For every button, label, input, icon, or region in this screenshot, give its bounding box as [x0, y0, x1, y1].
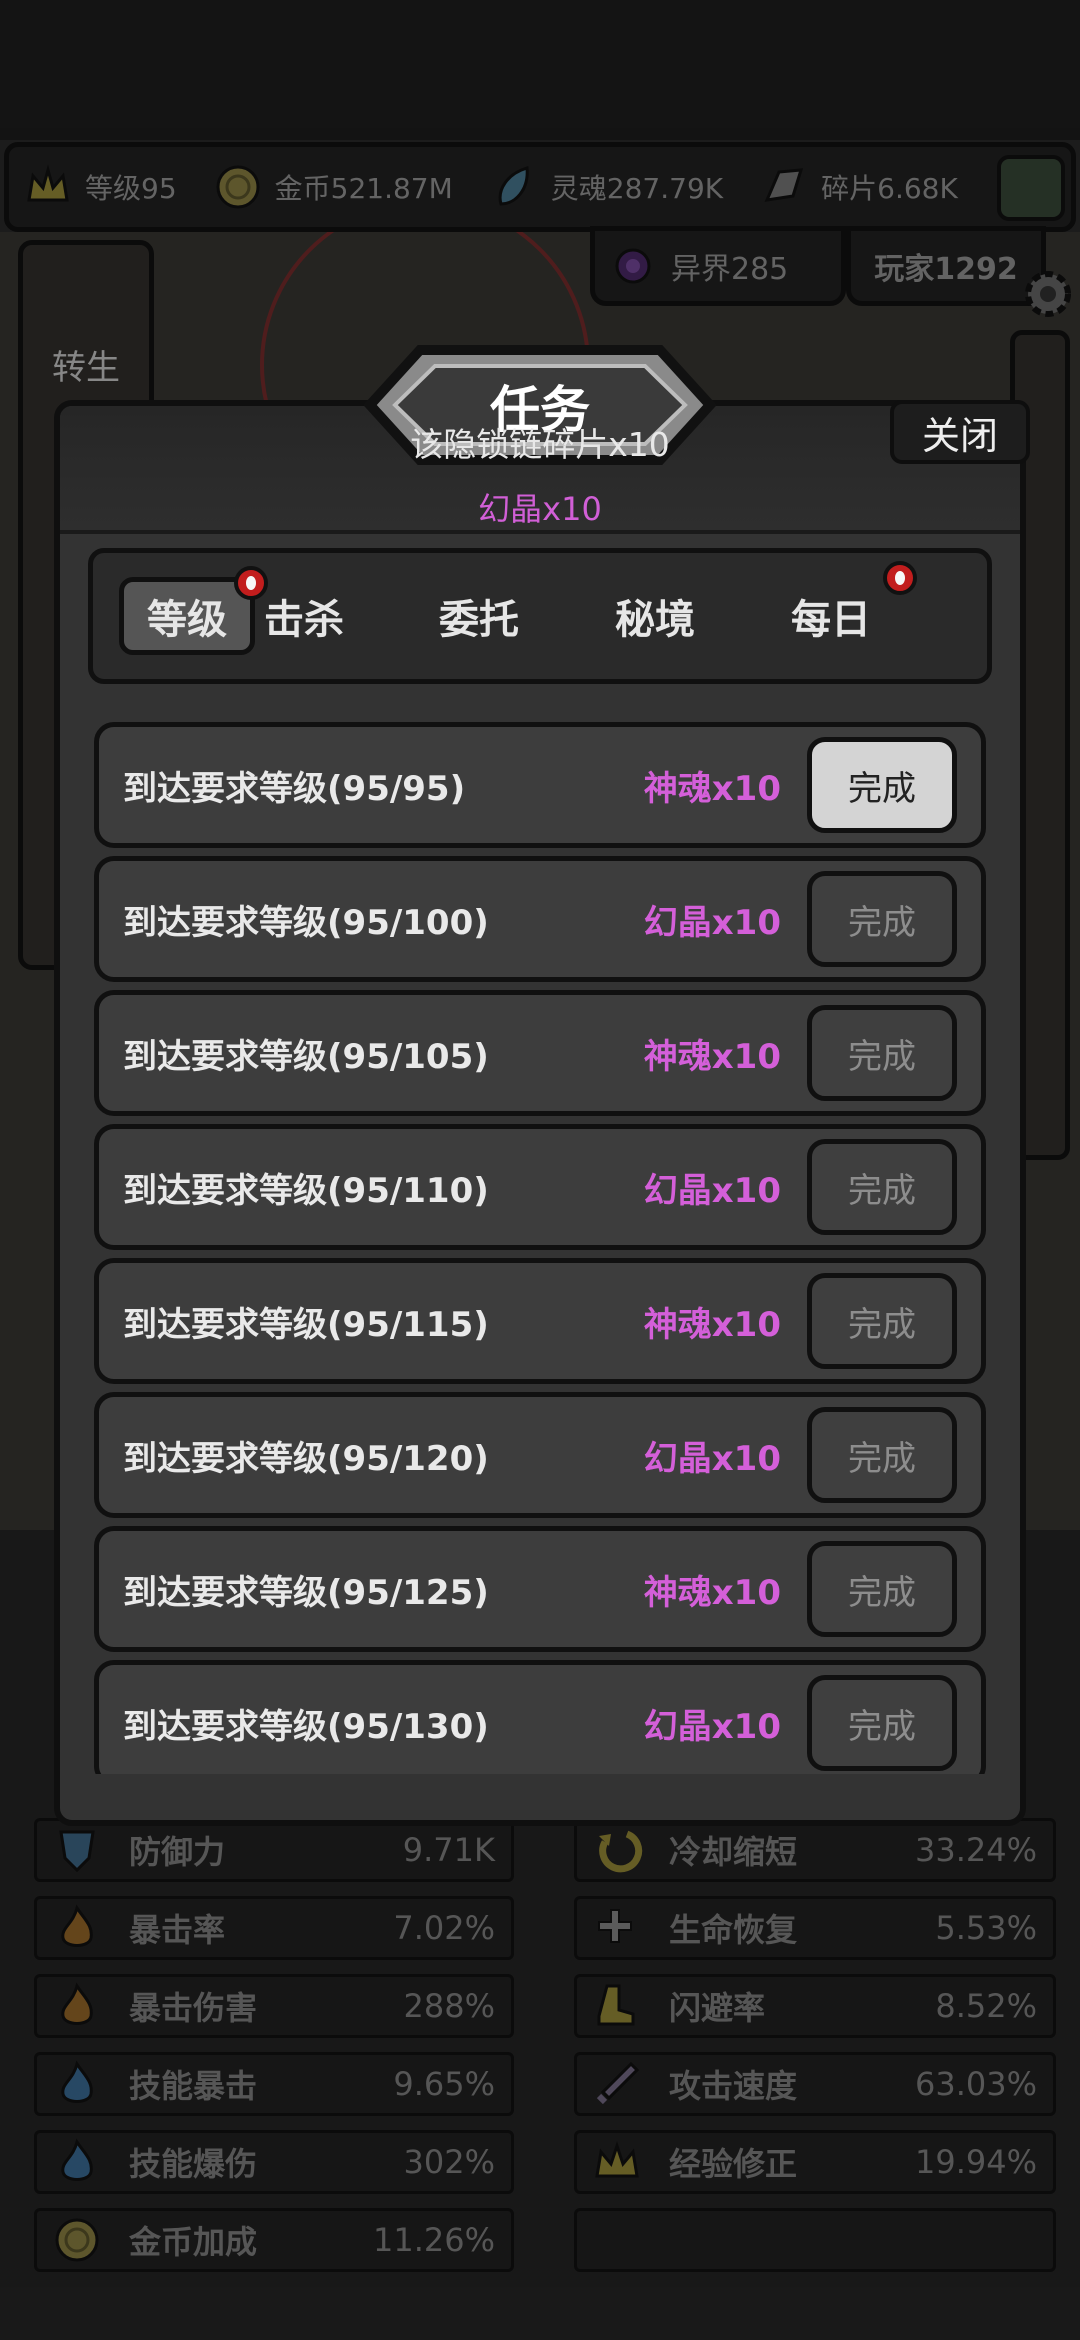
quest-reward: 幻晶x10: [643, 1706, 781, 1747]
complete-button[interactable]: 完成: [807, 1139, 957, 1235]
quest-reward: 神魂x10: [643, 1304, 781, 1345]
complete-button[interactable]: 完成: [807, 737, 957, 833]
quest-text: 到达要求等级(95/130): [123, 1706, 489, 1747]
quest-row: 到达要求等级(95/125) 神魂x10 完成: [94, 1526, 986, 1652]
quest-row: 到达要求等级(95/130) 幻晶x10 完成: [94, 1660, 986, 1774]
quest-reward: 神魂x10: [643, 1036, 781, 1077]
complete-button[interactable]: 完成: [807, 1675, 957, 1771]
tab-commission[interactable]: 委托: [411, 577, 547, 655]
tab-daily[interactable]: 每日: [763, 561, 917, 655]
quest-text: 到达要求等级(95/120): [123, 1438, 489, 1479]
reward-toast-sub: 幻晶x10: [478, 490, 602, 528]
notification-dot-icon: [883, 561, 917, 595]
quest-text: 到达要求等级(95/110): [123, 1170, 489, 1211]
quest-reward: 神魂x10: [643, 1572, 781, 1613]
quest-reward: 幻晶x10: [643, 1170, 781, 1211]
quest-text: 到达要求等级(95/100): [123, 902, 489, 943]
tab-daily-label: 每日: [791, 597, 871, 643]
quest-reward: 幻晶x10: [643, 902, 781, 943]
tab-secret-realm[interactable]: 秘境: [587, 577, 723, 655]
tab-commission-label: 委托: [439, 597, 519, 643]
quest-row: 到达要求等级(95/100) 幻晶x10 完成: [94, 856, 986, 982]
tab-kill-label: 击杀: [264, 597, 344, 643]
complete-button[interactable]: 完成: [807, 871, 957, 967]
quest-row: 到达要求等级(95/105) 神魂x10 完成: [94, 990, 986, 1116]
quest-text: 到达要求等级(95/95): [123, 768, 466, 809]
reward-toast: 该隐锁链碎片x10: [410, 425, 670, 464]
close-button[interactable]: 关闭: [890, 400, 1030, 464]
quest-reward: 神魂x10: [643, 768, 781, 809]
quest-row: 到达要求等级(95/110) 幻晶x10 完成: [94, 1124, 986, 1250]
quest-text: 到达要求等级(95/105): [123, 1036, 489, 1077]
quest-text: 到达要求等级(95/115): [123, 1304, 489, 1345]
complete-button[interactable]: 完成: [807, 1005, 957, 1101]
tab-secret-realm-label: 秘境: [615, 597, 695, 643]
quest-text: 到达要求等级(95/125): [123, 1572, 489, 1613]
quest-list[interactable]: 到达要求等级(95/95) 神魂x10 完成 到达要求等级(95/100) 幻晶…: [94, 722, 986, 1774]
quest-row: 到达要求等级(95/115) 神魂x10 完成: [94, 1258, 986, 1384]
complete-button[interactable]: 完成: [807, 1273, 957, 1369]
tab-kill[interactable]: 击杀: [236, 577, 372, 655]
complete-button[interactable]: 完成: [807, 1407, 957, 1503]
quest-row: 到达要求等级(95/95) 神魂x10 完成: [94, 722, 986, 848]
task-tabs: 等级 击杀 委托 秘境 每日: [88, 548, 992, 684]
tab-level[interactable]: 等级: [119, 566, 268, 655]
quest-row: 到达要求等级(95/120) 幻晶x10 完成: [94, 1392, 986, 1518]
complete-button[interactable]: 完成: [807, 1541, 957, 1637]
tab-level-label: 等级: [147, 597, 227, 643]
quest-reward: 幻晶x10: [643, 1438, 781, 1479]
